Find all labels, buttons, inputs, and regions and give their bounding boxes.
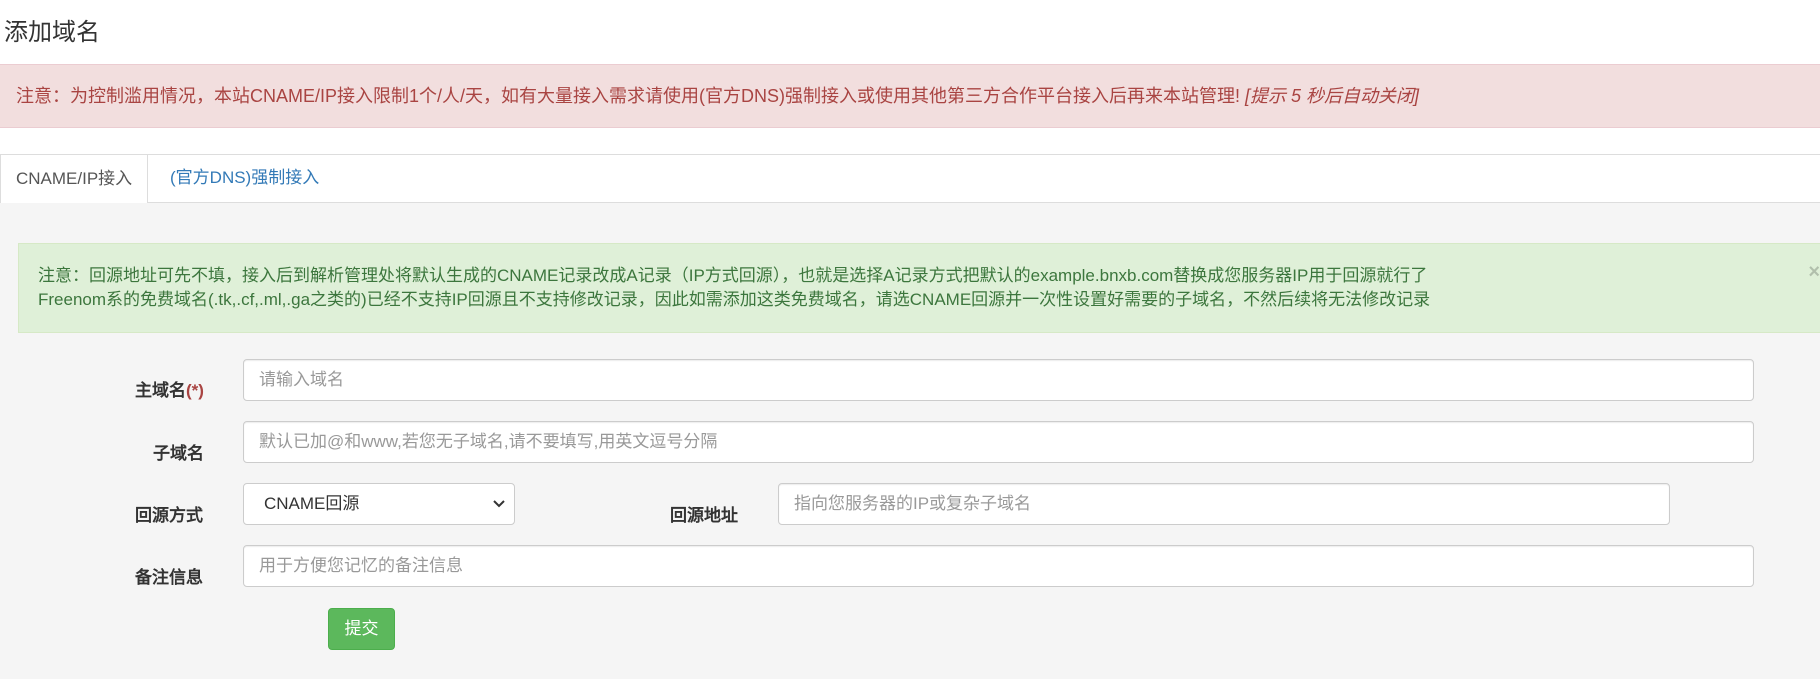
- subdomain-input[interactable]: [243, 421, 1754, 463]
- main-domain-label: 主域名(*): [135, 376, 204, 401]
- limit-notice: 注意：为控制滥用情况，本站CNAME/IP接入限制1个/人/天，如有大量接入需求…: [0, 64, 1820, 128]
- tab-cname-ip[interactable]: CNAME/IP接入: [0, 154, 149, 204]
- access-tabs: CNAME/IP接入 (官方DNS)强制接入: [0, 154, 1820, 204]
- remark-label: 备注信息: [135, 568, 203, 587]
- page-title: 添加域名: [4, 19, 100, 46]
- form-panel: 注意：回源地址可先不填，接入后到解析管理处将默认生成的CNAME记录改成A记录（…: [0, 203, 1820, 679]
- origin-notice-line-2: Freenom系的免费域名(.tk,.cf,.ml,.ga之类的)已经不支持IP…: [38, 290, 1431, 309]
- chevron-down-icon: [492, 484, 506, 539]
- auto-close-hint: [提示 5 秒后自动关闭]: [1245, 86, 1420, 106]
- main-domain-input[interactable]: [243, 359, 1754, 401]
- origin-notice: 注意：回源地址可先不填，接入后到解析管理处将默认生成的CNAME记录改成A记录（…: [18, 243, 1820, 333]
- required-mark: (*): [186, 381, 204, 400]
- limit-notice-text: 注意：为控制滥用情况，本站CNAME/IP接入限制1个/人/天，如有大量接入需求…: [16, 86, 1241, 106]
- subdomain-label: 子域名: [153, 444, 204, 463]
- submit-button[interactable]: 提交: [328, 608, 395, 650]
- origin-notice-line-1: 注意：回源地址可先不填，接入后到解析管理处将默认生成的CNAME记录改成A记录（…: [38, 266, 1428, 285]
- main-domain-label-text: 主域名: [135, 381, 186, 400]
- origin-address-label: 回源地址: [670, 506, 738, 525]
- remark-input[interactable]: [243, 545, 1754, 587]
- tab-official-dns[interactable]: (官方DNS)强制接入: [155, 154, 334, 203]
- origin-method-selected: CNAME回源: [264, 494, 360, 513]
- origin-method-label: 回源方式: [135, 506, 203, 525]
- origin-address-input[interactable]: [778, 483, 1670, 525]
- close-icon[interactable]: ×: [1808, 260, 1820, 284]
- origin-method-select[interactable]: CNAME回源: [243, 483, 515, 525]
